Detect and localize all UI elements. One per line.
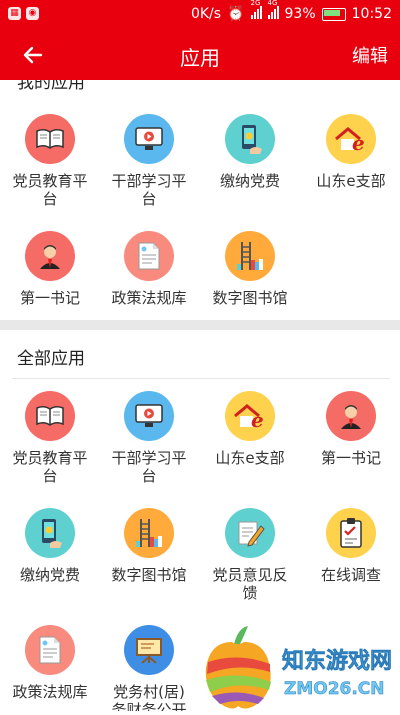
app-tile[interactable]: 政策法规库 xyxy=(101,231,197,307)
app-tile[interactable]: 党员教育平台 xyxy=(2,114,98,208)
app-label: 党员意见反馈 xyxy=(212,566,288,602)
mobile-pay-icon xyxy=(225,114,275,164)
clock: 10:52 xyxy=(351,6,392,22)
app-tile[interactable]: 第一书记 xyxy=(303,391,399,467)
app-tile[interactable]: 党员教育平台 xyxy=(2,391,98,485)
e-branch-house-icon: e xyxy=(326,114,376,164)
document-icon xyxy=(25,625,75,675)
app-label: 数字图书馆 xyxy=(111,566,187,584)
alarm-icon: ⏰ xyxy=(227,6,245,22)
svg-text:e: e xyxy=(251,408,264,430)
library-ladder-icon xyxy=(225,231,275,281)
network-speed: 0K/s xyxy=(190,6,222,22)
app-tile[interactable]: 党员意见反馈 xyxy=(202,508,298,602)
app-label: 政策法规库 xyxy=(111,289,187,307)
page-title: 应用 xyxy=(180,46,220,70)
app-label: 在线调查 xyxy=(320,566,381,584)
app-list[interactable]: 我的应用 党员教育平台 干部学习平台 缴纳党费 e 山东e支部 第一书记 政策法… xyxy=(0,80,400,711)
app-label: 第一书记 xyxy=(19,289,80,307)
app-label: 缴纳党费 xyxy=(219,172,280,190)
app-tile[interactable]: e 山东e支部 xyxy=(303,114,399,190)
app-label: 干部学习平台 xyxy=(111,172,187,208)
e-branch-house-icon: e xyxy=(225,391,275,441)
secretary-person-icon xyxy=(25,231,75,281)
app-label: 党员教育平台 xyxy=(12,449,88,485)
signal-icon: 4G xyxy=(267,0,279,23)
app-tile[interactable]: 干部学习平台 xyxy=(101,114,197,208)
notification-icons: ▦ ◉ xyxy=(8,7,39,20)
heading-underline xyxy=(12,378,390,379)
app-tile[interactable]: 干部学习平台 xyxy=(101,391,197,485)
section-divider xyxy=(0,320,400,330)
svg-text:e: e xyxy=(352,131,365,153)
status-bar: ▦ ◉ 0K/s ⏰ 2G 4G 93% 10:52 xyxy=(0,0,400,30)
section-heading-my-apps: 我的应用 xyxy=(17,80,85,93)
app-label: 干部学习平台 xyxy=(111,449,187,485)
video-play-icon xyxy=(124,114,174,164)
document-icon xyxy=(124,231,174,281)
app-tile[interactable]: 政策法规库 xyxy=(2,625,98,701)
app-tile[interactable]: 在线调查 xyxy=(303,508,399,584)
top-bar: 应用 编辑 xyxy=(0,30,400,80)
app-tile[interactable]: 缴纳党费 xyxy=(2,508,98,584)
app-tile[interactable]: 党务村(居)务财务公开 xyxy=(101,625,197,711)
library-ladder-icon xyxy=(124,508,174,558)
battery-percent: 93% xyxy=(284,6,316,22)
app-label: 党员教育平台 xyxy=(12,172,88,208)
app-tile[interactable]: 数字图书馆 xyxy=(101,508,197,584)
survey-clipboard-icon xyxy=(326,508,376,558)
book-icon xyxy=(25,114,75,164)
app-label: 山东e支部 xyxy=(215,449,285,467)
app-label: 缴纳党费 xyxy=(19,566,80,584)
battery-icon xyxy=(321,7,346,21)
app-tile[interactable]: e 山东e支部 xyxy=(202,391,298,467)
signal-icon: 2G xyxy=(250,0,262,23)
presentation-board-icon xyxy=(124,625,174,675)
video-play-icon xyxy=(124,391,174,441)
book-icon xyxy=(25,391,75,441)
section-heading-all-apps: 全部应用 xyxy=(17,349,85,369)
app-label: 数字图书馆 xyxy=(212,289,288,307)
watermark-text: 知东游戏网 xyxy=(282,648,392,674)
watermark-logo: 知东游戏网 ZMO26.CN xyxy=(198,622,400,711)
edit-button[interactable]: 编辑 xyxy=(352,42,388,68)
app-label: 党务村(居)务财务公开 xyxy=(111,683,187,711)
app-label: 第一书记 xyxy=(320,449,381,467)
app-notification-icon: ◉ xyxy=(26,7,39,20)
app-tile[interactable]: 第一书记 xyxy=(2,231,98,307)
watermark-url: ZMO26.CN xyxy=(284,679,385,699)
network-type-label: 2G xyxy=(250,0,261,7)
app-label: 政策法规库 xyxy=(12,683,88,701)
app-label: 山东e支部 xyxy=(316,172,386,190)
app-notification-icon: ▦ xyxy=(8,7,21,20)
mobile-pay-icon xyxy=(25,508,75,558)
app-tile[interactable]: 数字图书馆 xyxy=(202,231,298,307)
feedback-pen-icon xyxy=(225,508,275,558)
secretary-person-icon xyxy=(326,391,376,441)
app-tile[interactable]: 缴纳党费 xyxy=(202,114,298,190)
network-type-label: 4G xyxy=(267,0,278,7)
